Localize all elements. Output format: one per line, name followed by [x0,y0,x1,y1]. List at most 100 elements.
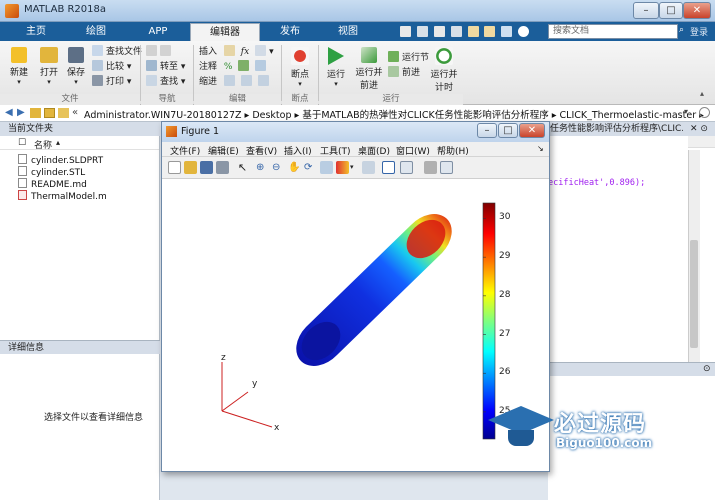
decrease-indent-icon[interactable] [257,75,269,86]
path-dropdown-icon[interactable]: ▾ [684,107,688,116]
close-button[interactable]: ✕ [683,2,711,19]
file-item-thermalmodel[interactable]: ThermalModel.m [18,190,107,202]
insert-colorbar-icon[interactable] [382,161,395,174]
run-and-advance-button[interactable]: 运行并 前进 [352,47,386,91]
window-title: MATLAB R2018a [24,4,107,15]
cut-icon[interactable] [416,26,428,37]
menu-desktop[interactable]: 桌面(D) [358,144,390,157]
back-arrow-icon[interactable]: ◀ [5,107,13,118]
search-icon[interactable]: ⌕ [679,25,684,35]
editor-panel-controls[interactable]: ✕ ⊙ [683,122,715,136]
link-plot-icon[interactable] [362,161,375,174]
smart-indent-icon[interactable] [223,75,235,86]
search-folder-icon[interactable] [699,107,710,118]
forward-arrow-icon[interactable]: ▶ [17,107,25,118]
tab-publish[interactable]: 发布 [266,23,314,41]
menu-tools[interactable]: 工具(T) [320,144,351,157]
fx-icon[interactable]: fx [241,47,249,57]
save-figure-icon[interactable] [200,161,213,174]
new-figure-icon[interactable] [168,161,181,174]
tab-editor[interactable]: 编辑器 [190,23,260,41]
breadcrumb-item[interactable]: 基于MATLAB的热弹性对CLICK任务性能影响评估分析程序 [302,110,548,121]
open-file-icon[interactable] [184,161,197,174]
file-item-cylinder-stl[interactable]: cylinder.STL [18,166,85,178]
print-figure-icon[interactable] [216,161,229,174]
open-button[interactable]: 打开 ▾ [34,47,64,86]
menu-insert[interactable]: 插入(I) [284,144,312,157]
hide-plot-tools-icon[interactable] [424,161,437,174]
paste-icon[interactable] [450,26,462,37]
figure-maximize-button[interactable]: □ [498,123,518,138]
menu-file[interactable]: 文件(F) [170,144,200,157]
minimize-button[interactable]: – [633,2,659,19]
column-name[interactable]: 名称 [34,138,52,151]
overflow-chevron-icon[interactable]: « [72,107,78,118]
figure-minimize-button[interactable]: – [477,123,497,138]
zoom-in-icon[interactable]: ⊕ [256,161,269,174]
rotate-3d-icon[interactable]: ⟳ [304,161,317,174]
breakpoints-button[interactable]: 断点 ▾ [285,47,315,88]
find-files-button[interactable]: 查找文件 [92,45,142,60]
command-window-header: ⊙ [548,362,715,376]
maximize-button[interactable]: □ [659,2,683,19]
brush-icon[interactable] [336,161,349,174]
show-plot-tools-icon[interactable] [440,161,453,174]
command-window-menu-icon[interactable]: ⊙ [703,364,711,374]
switch-windows-icon[interactable] [501,26,513,37]
new-button[interactable]: 新建 ▾ [4,47,34,86]
insert-legend-icon[interactable] [400,161,413,174]
tab-view[interactable]: 视图 [324,23,372,41]
zoom-out-icon[interactable]: ⊖ [272,161,285,174]
editor-code-area[interactable]: ecificHeat',0.896); [548,136,688,362]
tab-home[interactable]: 主页 [12,23,60,41]
select-arrow-icon[interactable]: ↖ [236,161,249,174]
editor-tab-title[interactable]: 任务性能影响评估分析程序\CLIC... [550,124,690,134]
comment-row[interactable]: 注释 % [199,60,274,75]
browse-folder-icon[interactable] [44,108,55,118]
tab-apps[interactable]: APP [134,23,182,41]
uncomment-icon[interactable] [238,60,250,71]
dock-arrow-icon[interactable]: ↘ [537,144,544,153]
back-forward-buttons[interactable] [146,45,185,60]
data-cursor-icon[interactable] [320,161,333,174]
breadcrumb-item[interactable]: Administrator.WIN7U-20180127Z [84,110,242,121]
code-line: ecificHeat',0.896); [548,178,646,188]
run-section-button[interactable]: 运行节 [388,51,429,66]
run-and-time-button[interactable]: 运行并 计时 [428,47,460,93]
advance-button[interactable]: 前进 [388,66,429,81]
redo-icon[interactable] [484,26,496,37]
indent-row[interactable]: 缩进 [199,75,274,90]
editor-scrollbar-thumb[interactable] [690,240,698,348]
breadcrumb-item[interactable]: CLICK_Thermoelastic-master [560,110,697,121]
comment-percent-icon[interactable]: % [224,62,233,72]
menu-help[interactable]: 帮助(H) [437,144,469,157]
sign-in-link[interactable]: 登录 [690,25,708,38]
insert-section-icon[interactable] [223,45,235,56]
figure-close-button[interactable]: ✕ [519,123,545,138]
menu-window[interactable]: 窗口(W) [396,144,430,157]
pan-hand-icon[interactable]: ✋ [288,161,301,174]
insert-function-icon[interactable] [255,45,267,56]
file-item-cylinder-sldprt[interactable]: cylinder.SLDPRT [18,154,103,166]
increase-indent-icon[interactable] [240,75,252,86]
menu-view[interactable]: 查看(V) [246,144,277,157]
wrap-comments-icon[interactable] [255,60,267,71]
menu-edit[interactable]: 编辑(E) [208,144,239,157]
search-docs-input[interactable]: 搜索文档 [548,24,678,39]
undo-icon[interactable] [467,26,479,37]
insert-row[interactable]: 插入 fx ▾ [199,45,274,60]
tab-plots[interactable]: 绘图 [72,23,120,41]
save-button[interactable]: 保存 ▾ [62,47,90,86]
goto-button[interactable]: 转至 ▾ [146,60,185,75]
compare-button[interactable]: 比较 ▾ [92,60,142,75]
print-button[interactable]: 打印 ▾ [92,75,142,90]
find-button[interactable]: 查找 ▾ [146,75,185,90]
collapse-ribbon-icon[interactable]: ▴ [700,89,704,98]
file-item-readme[interactable]: README.md [18,178,87,190]
save-icon[interactable] [400,26,411,37]
help-icon[interactable] [518,26,530,37]
copy-icon[interactable] [433,26,445,37]
run-button[interactable]: 运行 ▾ [322,47,350,88]
breadcrumb-item[interactable]: Desktop [252,110,291,121]
up-folder-icon[interactable] [30,108,41,118]
